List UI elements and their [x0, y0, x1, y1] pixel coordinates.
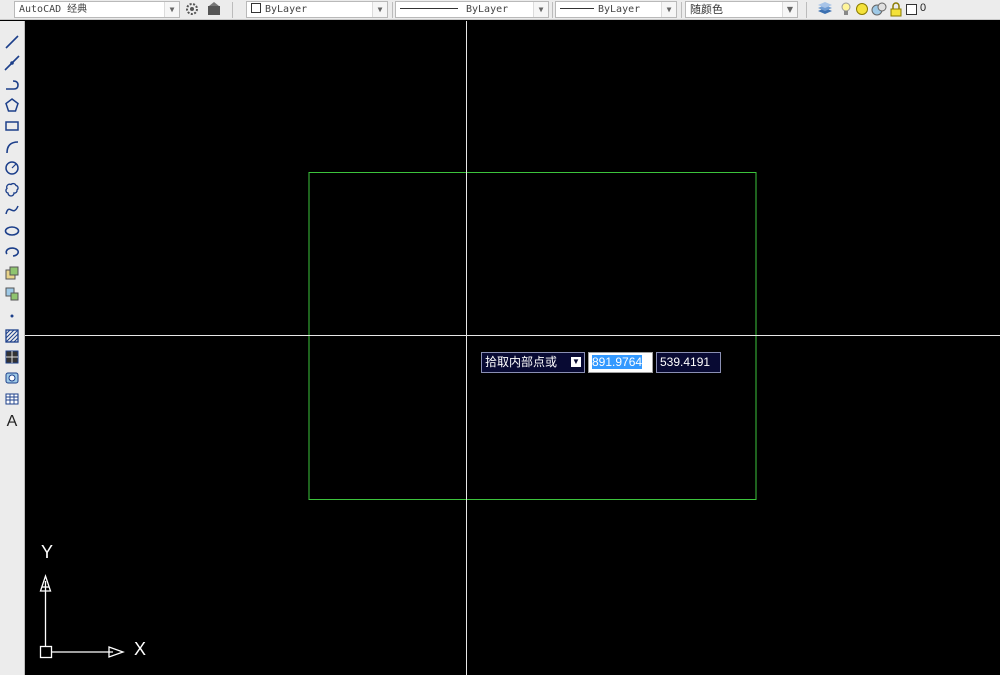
- toolbar-separator: [232, 2, 233, 18]
- layer-lock-icon[interactable]: [889, 1, 903, 17]
- chevron-down-icon[interactable]: ▼: [661, 2, 676, 17]
- x-coordinate-value: 891.9764: [592, 355, 643, 369]
- workspace-dropdown[interactable]: AutoCAD 经典 ▼: [14, 1, 180, 18]
- current-layer-name[interactable]: 0: [920, 2, 926, 14]
- chevron-down-icon[interactable]: ▼: [782, 2, 797, 17]
- toolbar-separator: [681, 2, 682, 18]
- line-icon[interactable]: [3, 33, 21, 51]
- properties-toolbar: AutoCAD 经典 ▼ ByLayer ▼ ByLayer ▼ ByLayer…: [0, 0, 1000, 20]
- lineweight-preview: [560, 8, 594, 9]
- color-control[interactable]: ByLayer ▼: [246, 1, 388, 18]
- make-block-icon[interactable]: [3, 285, 21, 303]
- layer-properties-icon[interactable]: [817, 1, 833, 17]
- point-icon[interactable]: [3, 306, 21, 324]
- spline-icon[interactable]: [3, 201, 21, 219]
- layer-on-bulb-icon[interactable]: [840, 1, 852, 17]
- drawing-canvas[interactable]: Y X: [25, 21, 1000, 675]
- construction-line-icon[interactable]: [3, 54, 21, 72]
- revision-cloud-icon[interactable]: [3, 180, 21, 198]
- toolbar-separator: [806, 2, 807, 18]
- hatch-icon[interactable]: [3, 327, 21, 345]
- chevron-down-icon[interactable]: ▼: [372, 2, 387, 17]
- draw-toolbar: A: [0, 21, 25, 675]
- insert-block-icon[interactable]: [3, 264, 21, 282]
- options-dropdown-icon[interactable]: ▼: [571, 357, 581, 367]
- layer-freeze-sun-icon[interactable]: [855, 1, 869, 17]
- multiline-text-label: A: [6, 413, 18, 430]
- linetype-control-value: ByLayer: [466, 4, 509, 15]
- ucs-icon: [39, 573, 125, 659]
- dynamic-input-x-field[interactable]: 891.9764: [588, 352, 653, 373]
- workspace-settings-icon[interactable]: [184, 1, 200, 17]
- region-icon[interactable]: [3, 369, 21, 387]
- circle-icon[interactable]: [3, 159, 21, 177]
- dynamic-input-prompt: 拾取内部点或 ▼: [481, 352, 585, 373]
- polygon-icon[interactable]: [3, 96, 21, 114]
- model-space: [25, 21, 1000, 675]
- lineweight-control[interactable]: ByLayer ▼: [555, 1, 677, 18]
- color-swatch-icon: [251, 3, 261, 13]
- linetype-preview: [400, 8, 458, 9]
- ellipse-icon[interactable]: [3, 222, 21, 240]
- layer-color-swatch-icon[interactable]: [905, 1, 917, 17]
- table-icon[interactable]: [3, 390, 21, 408]
- workspace-save-icon[interactable]: [206, 1, 222, 17]
- ucs-y-label: Y: [41, 542, 54, 562]
- arc-icon[interactable]: [3, 138, 21, 156]
- lineweight-control-value: ByLayer: [598, 4, 641, 15]
- layer-viewport-icon[interactable]: [871, 1, 887, 17]
- ucs-x-label: X: [134, 639, 147, 659]
- toolbar-separator: [392, 2, 393, 18]
- gradient-icon[interactable]: [3, 348, 21, 366]
- multiline-text-icon[interactable]: A: [3, 413, 21, 431]
- dynamic-input-prompt-text: 拾取内部点或: [485, 355, 558, 369]
- polyline-icon[interactable]: [3, 75, 21, 93]
- workspace-value: AutoCAD 经典: [19, 4, 88, 15]
- plotstyle-control-value: 随颜色: [690, 3, 723, 16]
- ellipse-arc-icon[interactable]: [3, 243, 21, 261]
- linetype-control[interactable]: ByLayer ▼: [395, 1, 549, 18]
- plotstyle-control[interactable]: 随颜色 ▼: [685, 1, 798, 18]
- chevron-down-icon[interactable]: ▼: [533, 2, 548, 17]
- dynamic-input-y-field[interactable]: 539.4191: [656, 352, 721, 373]
- rectangle-icon[interactable]: [3, 117, 21, 135]
- y-coordinate-value: 539.4191: [660, 355, 711, 369]
- chevron-down-icon[interactable]: ▼: [164, 2, 179, 17]
- color-control-value: ByLayer: [265, 4, 308, 15]
- toolbar-separator: [552, 2, 553, 18]
